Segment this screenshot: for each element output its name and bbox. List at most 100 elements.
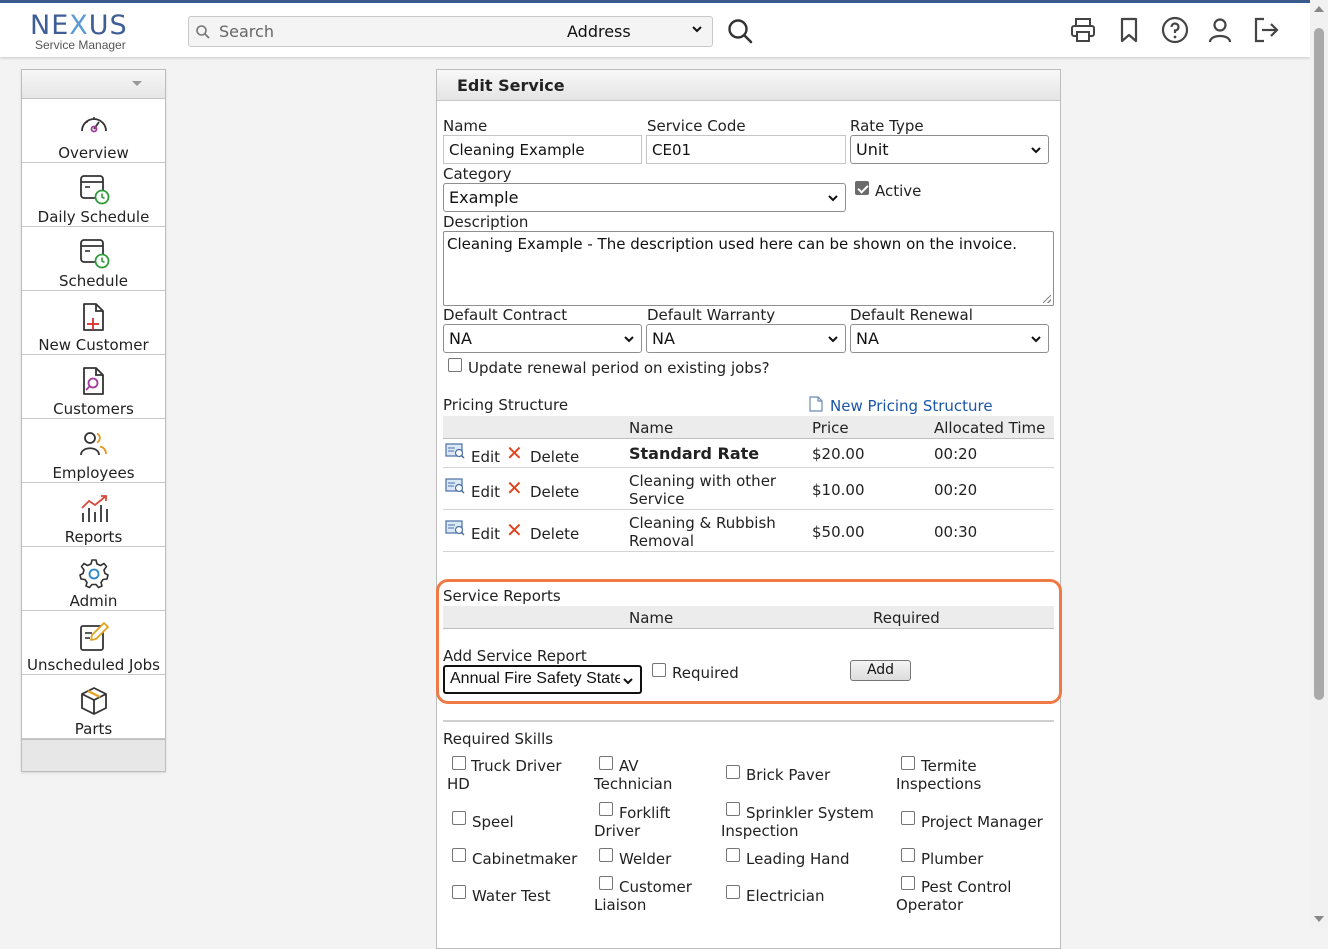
default-contract-select[interactable]: NA [443, 324, 642, 353]
sidebar-item-new-customer[interactable]: New Customer [22, 291, 165, 355]
default-contract-label: Default Contract [443, 306, 568, 324]
scroll-thumb[interactable] [1314, 28, 1324, 700]
skill-checkbox[interactable] [599, 848, 613, 862]
sidebar-item-parts[interactable]: Parts [22, 675, 165, 739]
name-input[interactable]: Cleaning Example [443, 135, 642, 164]
description-value: Cleaning Example - The description used … [447, 235, 1018, 253]
edit-list-icon [80, 622, 109, 651]
search-button-icon[interactable] [726, 17, 754, 45]
page-scrollbar[interactable] [1310, 0, 1328, 928]
sidebar-footer [22, 739, 165, 771]
skill-label: Pest Control Operator [896, 878, 1012, 914]
skill-checkbox[interactable] [452, 848, 466, 862]
pricing-delete-link[interactable]: Delete [530, 483, 579, 501]
default-renewal-select[interactable]: NA [850, 324, 1049, 353]
sidebar-item-overview[interactable]: Overview [22, 99, 165, 163]
search-input[interactable] [217, 20, 547, 43]
active-label: Active [875, 182, 922, 200]
calendar-clock-icon [80, 239, 110, 269]
nexus-logo[interactable]: NEXUS Service Manager [30, 10, 160, 54]
description-textarea[interactable]: Cleaning Example - The description used … [443, 231, 1054, 306]
skill-label: Leading Hand [746, 850, 850, 868]
edit-record-icon[interactable] [445, 520, 465, 536]
pricing-edit-link[interactable]: Edit [471, 525, 500, 543]
service-report-value: Annual Fire Safety Statement [450, 670, 620, 687]
sidebar-header[interactable] [22, 70, 165, 99]
chevron-down-icon [692, 26, 702, 33]
chevron-down-icon [1031, 336, 1041, 343]
skill-checkbox[interactable] [726, 765, 740, 779]
skill-checkbox[interactable] [901, 848, 915, 862]
logout-icon[interactable] [1251, 15, 1281, 45]
category-select[interactable]: Example [443, 183, 846, 212]
sidebar-item-employees[interactable]: Employees [22, 419, 165, 483]
update-renewal-checkbox[interactable] [448, 358, 462, 372]
panel-title: Edit Service [437, 70, 1060, 101]
chevron-down-icon [828, 336, 838, 343]
active-checkbox[interactable] [855, 181, 869, 195]
edit-record-icon[interactable] [445, 443, 465, 459]
sidebar-item-label: New Customer [38, 336, 149, 354]
pricing-row-price: $50.00 [812, 523, 865, 541]
delete-x-icon[interactable]: ✕ [506, 443, 523, 463]
report-required-checkbox[interactable] [652, 663, 666, 677]
delete-x-icon[interactable]: ✕ [506, 520, 523, 540]
skill-label: Welder [619, 850, 672, 868]
row-divider [443, 509, 1054, 510]
scroll-down-icon[interactable] [1314, 916, 1324, 922]
chart-icon [81, 495, 108, 522]
sidebar-item-customers[interactable]: Customers [22, 355, 165, 419]
new-pricing-structure-link[interactable]: New Pricing Structure [830, 397, 993, 415]
pricing-structure-title: Pricing Structure [443, 396, 569, 414]
sidebar-item-label: Unscheduled Jobs [27, 656, 160, 674]
skill-label: Forklift Driver [594, 804, 671, 840]
service-code-input[interactable]: CE01 [646, 135, 846, 164]
sidebar-item-label: Overview [58, 144, 129, 162]
skill-checkbox[interactable] [726, 848, 740, 862]
user-icon[interactable] [1205, 15, 1235, 45]
search-scope-select[interactable]: Address [567, 21, 707, 43]
skill-checkbox[interactable] [452, 811, 466, 825]
skill-checkbox[interactable] [452, 885, 466, 899]
skill-checkbox[interactable] [901, 811, 915, 825]
default-warranty-select[interactable]: NA [646, 324, 846, 353]
help-icon[interactable] [1160, 15, 1190, 45]
skill-label: Truck Driver HD [447, 757, 562, 793]
sidebar-item-label: Reports [64, 528, 123, 546]
resize-grip-icon[interactable] [1043, 295, 1051, 303]
sidebar-item-reports[interactable]: Reports [22, 483, 165, 547]
default-contract-value: NA [449, 329, 472, 348]
service-report-select[interactable]: Annual Fire Safety Statement [443, 665, 642, 694]
printer-icon[interactable] [1068, 15, 1098, 45]
rate-type-select[interactable]: Unit [850, 135, 1049, 164]
skill-checkbox[interactable] [726, 885, 740, 899]
sidebar-item-label: Admin [69, 592, 118, 610]
pricing-delete-link[interactable]: Delete [530, 525, 579, 543]
sidebar-item-label: Employees [52, 464, 135, 482]
default-warranty-label: Default Warranty [647, 306, 776, 324]
delete-x-icon[interactable]: ✕ [506, 478, 523, 498]
sidebar-item-admin[interactable]: Admin [22, 547, 165, 611]
name-label: Name [443, 117, 488, 135]
new-document-icon[interactable] [809, 396, 823, 412]
sidebar-item-daily-schedule[interactable]: Daily Schedule [22, 163, 165, 227]
skill-label: Cabinetmaker [472, 850, 578, 868]
calendar-clock-icon [80, 175, 110, 205]
caret-down-icon[interactable] [132, 81, 142, 86]
pricing-edit-link[interactable]: Edit [471, 483, 500, 501]
edit-record-icon[interactable] [445, 478, 465, 494]
add-report-button[interactable]: Add [850, 660, 911, 681]
pricing-header-price: Price [812, 419, 849, 437]
reports-header-required: Required [873, 609, 940, 627]
pricing-delete-link[interactable]: Delete [530, 448, 579, 466]
bookmark-icon[interactable] [1114, 15, 1144, 45]
sidebar-item-unscheduled-jobs[interactable]: Unscheduled Jobs [22, 611, 165, 675]
skill-label: Plumber [921, 850, 984, 868]
skill-label: Customer Liaison [594, 878, 692, 914]
sidebar-item-schedule[interactable]: Schedule [22, 227, 165, 291]
pricing-edit-link[interactable]: Edit [471, 448, 500, 466]
reports-header-name: Name [629, 609, 674, 627]
pricing-row-name: Cleaning with other Service [629, 472, 777, 508]
sidebar-item-label: Parts [74, 720, 113, 738]
scroll-up-icon[interactable] [1314, 6, 1324, 12]
